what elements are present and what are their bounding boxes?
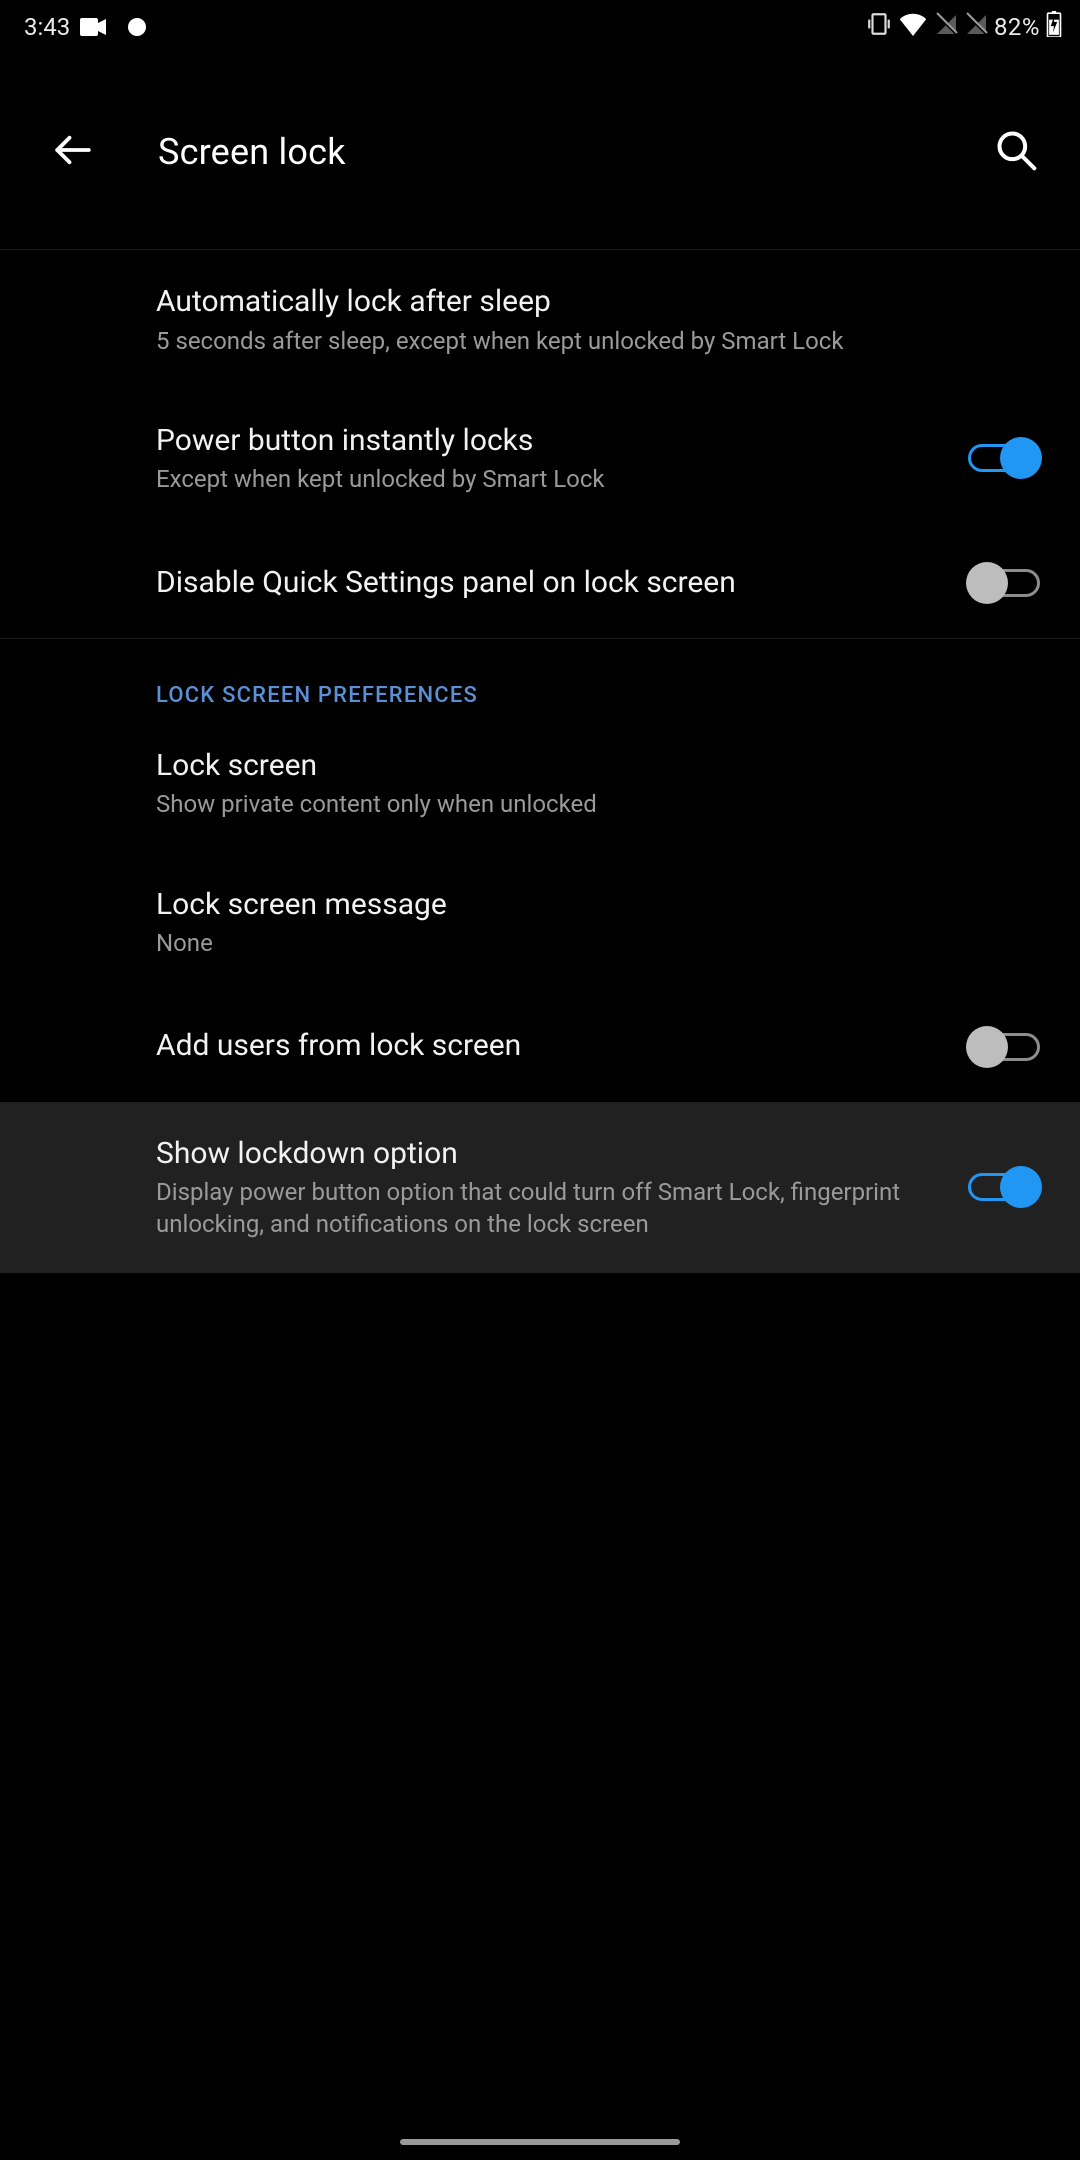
- app-bar: Screen lock: [0, 54, 1080, 250]
- switch-disable-quick-settings[interactable]: [968, 562, 1040, 604]
- section-header-lock-screen-prefs: LOCK SCREEN PREFERENCES: [0, 639, 1080, 714]
- no-sim-icon-2: [964, 12, 988, 42]
- back-button[interactable]: [36, 113, 110, 191]
- status-left: 3:43: [24, 13, 146, 41]
- no-sim-icon: [934, 12, 958, 42]
- navigation-bar[interactable]: [0, 2124, 1080, 2160]
- search-button[interactable]: [978, 112, 1054, 192]
- record-dot-icon: [128, 18, 146, 36]
- switch-power-button-locks[interactable]: [968, 437, 1040, 479]
- pref-summary: Except when kept unlocked by Smart Lock: [156, 463, 944, 495]
- pref-add-users-from-lock-screen[interactable]: Add users from lock screen: [0, 992, 1080, 1102]
- arrow-back-icon: [52, 129, 94, 175]
- pref-summary: 5 seconds after sleep, except when kept …: [156, 325, 1040, 357]
- page-title: Screen lock: [158, 131, 930, 173]
- status-bar: 3:43: [0, 0, 1080, 54]
- pref-summary: None: [156, 927, 1040, 959]
- pref-title: Lock screen message: [156, 885, 1040, 926]
- nav-pill-icon: [400, 2139, 680, 2145]
- pref-title: Power button instantly locks: [156, 421, 944, 462]
- switch-show-lockdown-option[interactable]: [968, 1166, 1040, 1208]
- pref-show-lockdown-option[interactable]: Show lockdown option Display power butto…: [0, 1102, 1080, 1273]
- camcorder-icon: [80, 18, 106, 36]
- switch-add-users-from-lock-screen[interactable]: [968, 1026, 1040, 1068]
- pref-power-button-locks[interactable]: Power button instantly locks Except when…: [0, 389, 1080, 528]
- pref-title: Show lockdown option: [156, 1134, 944, 1175]
- pref-summary: Show private content only when unlocked: [156, 788, 1040, 820]
- status-clock: 3:43: [24, 13, 70, 41]
- battery-charging-icon: [1046, 11, 1062, 43]
- pref-lock-screen[interactable]: Lock screen Show private content only wh…: [0, 714, 1080, 853]
- pref-title: Automatically lock after sleep: [156, 282, 1040, 323]
- vibrate-icon: [866, 11, 892, 43]
- pref-title: Add users from lock screen: [156, 1026, 944, 1067]
- pref-title: Lock screen: [156, 746, 1040, 787]
- status-right: 82%: [866, 11, 1062, 43]
- pref-title: Disable Quick Settings panel on lock scr…: [156, 563, 944, 604]
- pref-lock-screen-message[interactable]: Lock screen message None: [0, 853, 1080, 992]
- search-icon: [994, 128, 1038, 176]
- preference-list: Automatically lock after sleep 5 seconds…: [0, 250, 1080, 1273]
- pref-summary: Display power button option that could t…: [156, 1176, 944, 1241]
- wifi-icon: [898, 12, 928, 42]
- battery-percentage: 82%: [994, 13, 1040, 41]
- pref-disable-quick-settings[interactable]: Disable Quick Settings panel on lock scr…: [0, 528, 1080, 638]
- pref-auto-lock-after-sleep[interactable]: Automatically lock after sleep 5 seconds…: [0, 250, 1080, 389]
